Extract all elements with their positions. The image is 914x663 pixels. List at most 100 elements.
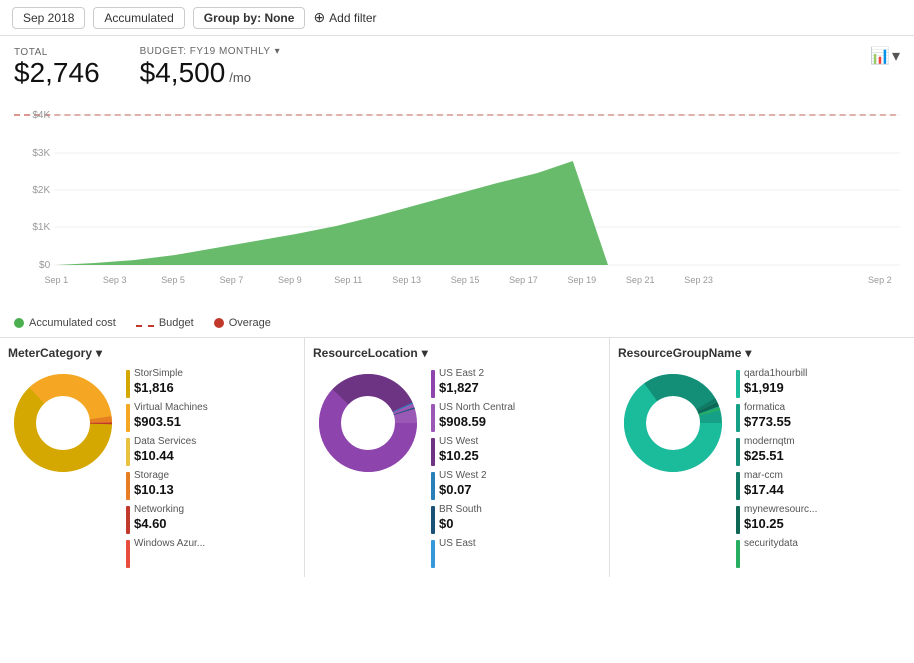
color-bar (736, 472, 740, 500)
legend-text: BR South $0 (439, 504, 482, 532)
list-item: modernqtm $25.51 (736, 436, 906, 466)
color-bar (736, 404, 740, 432)
chart-type-button[interactable]: 📊 ▾ (870, 46, 900, 66)
resource-group-legend: qarda1hourbill $1,919 formatica $773.55 … (736, 368, 906, 572)
list-item: Data Services $10.44 (126, 436, 296, 466)
budget-chevron-icon[interactable]: ▾ (275, 46, 281, 57)
legend-budget: Budget (136, 317, 194, 329)
svg-text:Sep 17: Sep 17 (509, 275, 538, 285)
svg-text:Sep 5: Sep 5 (161, 275, 185, 285)
list-item: US West $10.25 (431, 436, 601, 466)
group-by-label: Group by: (204, 11, 261, 25)
legend-text: US West 2 $0.07 (439, 470, 487, 498)
color-bar (736, 438, 740, 466)
svg-text:$2K: $2K (32, 185, 50, 196)
color-bar (431, 370, 435, 398)
legend-text: mynewresourc... $10.25 (744, 504, 817, 532)
list-item: securitydata (736, 538, 906, 568)
resource-location-title: ResourceLocation (313, 346, 418, 360)
meter-category-content: StorSimple $1,816 Virtual Machines $903.… (8, 368, 296, 572)
resource-location-chevron: ▾ (422, 346, 428, 360)
legend-text: StorSimple $1,816 (134, 368, 183, 396)
chart-icon: 📊 (870, 46, 890, 66)
legend-text: mar-ccm $17.44 (744, 470, 784, 498)
resource-location-header[interactable]: ResourceLocation ▾ (313, 346, 601, 360)
group-by-value: None (264, 11, 294, 25)
add-filter-label: Add filter (329, 11, 376, 25)
meter-category-donut (8, 368, 118, 478)
cost-chart: $4K $3K $2K $1K $0 Sep 1 Sep 3 Sep 5 Sep… (14, 93, 900, 293)
meter-category-header[interactable]: MeterCategory ▾ (8, 346, 296, 360)
svg-text:$4K: $4K (32, 110, 50, 121)
list-item: US East 2 $1,827 (431, 368, 601, 398)
list-item: mynewresourc... $10.25 (736, 504, 906, 534)
color-bar (431, 472, 435, 500)
list-item: US North Central $908.59 (431, 402, 601, 432)
color-bar (126, 370, 130, 398)
resource-location-legend: US East 2 $1,827 US North Central $908.5… (431, 368, 601, 572)
svg-text:$3K: $3K (32, 148, 50, 159)
svg-text:Sep 15: Sep 15 (451, 275, 480, 285)
meter-category-legend: StorSimple $1,816 Virtual Machines $903.… (126, 368, 296, 572)
date-button[interactable]: Sep 2018 (12, 7, 85, 29)
color-bar (126, 506, 130, 534)
resource-group-header[interactable]: ResourceGroupName ▾ (618, 346, 906, 360)
budget-header: BUDGET: FY19 MONTHLY ▾ (140, 46, 280, 57)
budget-section: BUDGET: FY19 MONTHLY ▾ $4,500 /mo (140, 46, 280, 89)
list-item: US East (431, 538, 601, 568)
legend-overage: Overage (214, 317, 271, 329)
legend-text: US West $10.25 (439, 436, 479, 464)
legend-text: Windows Azur... (134, 538, 205, 550)
list-item: Networking $4.60 (126, 504, 296, 534)
svg-text:Sep 7: Sep 7 (220, 275, 244, 285)
color-bar (126, 438, 130, 466)
cost-dot (14, 318, 24, 328)
meter-category-chevron: ▾ (96, 346, 102, 360)
legend-budget-label: Budget (159, 317, 194, 329)
top-bar: Sep 2018 Accumulated Group by: None ⊕ Ad… (0, 0, 914, 36)
legend-text: US North Central $908.59 (439, 402, 515, 430)
color-bar (126, 404, 130, 432)
meter-category-title: MeterCategory (8, 346, 92, 360)
svg-text:Sep 9: Sep 9 (278, 275, 302, 285)
add-filter-button[interactable]: ⊕ Add filter (313, 9, 376, 26)
list-item: Virtual Machines $903.51 (126, 402, 296, 432)
color-bar (126, 472, 130, 500)
list-item: Storage $10.13 (126, 470, 296, 500)
group-by-button[interactable]: Group by: None (193, 7, 306, 29)
list-item: US West 2 $0.07 (431, 470, 601, 500)
resource-group-title: ResourceGroupName (618, 346, 741, 360)
color-bar (431, 438, 435, 466)
legend-cost-label: Accumulated cost (29, 317, 116, 329)
color-bar (431, 506, 435, 534)
total-section: TOTAL $2,746 (14, 47, 100, 89)
meter-category-panel: MeterCategory ▾ StorSimpl (0, 338, 305, 577)
panels-row: MeterCategory ▾ StorSimpl (0, 337, 914, 577)
resource-location-panel: ResourceLocation ▾ US East 2 (305, 338, 610, 577)
legend-text: Storage $10.13 (134, 470, 174, 498)
svg-text:Sep 21: Sep 21 (626, 275, 655, 285)
color-bar (736, 370, 740, 398)
budget-value: $4,500 (140, 57, 226, 89)
chart-container: $4K $3K $2K $1K $0 Sep 1 Sep 3 Sep 5 Sep… (0, 93, 914, 313)
budget-row: $4,500 /mo (140, 57, 280, 89)
color-bar (736, 540, 740, 568)
svg-text:Sep 11: Sep 11 (334, 275, 362, 285)
resource-group-chevron: ▾ (745, 346, 751, 360)
svg-text:$0: $0 (39, 260, 51, 271)
svg-text:Sep 23: Sep 23 (684, 275, 713, 285)
legend-text: Virtual Machines $903.51 (134, 402, 208, 430)
resource-location-donut (313, 368, 423, 478)
svg-text:$1K: $1K (32, 222, 50, 233)
filter-icon: ⊕ (313, 9, 325, 26)
list-item: StorSimple $1,816 (126, 368, 296, 398)
legend-cost: Accumulated cost (14, 317, 116, 329)
list-item: BR South $0 (431, 504, 601, 534)
legend-text: formatica $773.55 (744, 402, 791, 430)
summary-area: TOTAL $2,746 BUDGET: FY19 MONTHLY ▾ $4,5… (0, 36, 914, 93)
overage-dot (214, 318, 224, 328)
legend-text: qarda1hourbill $1,919 (744, 368, 807, 396)
color-bar (736, 506, 740, 534)
accumulated-button[interactable]: Accumulated (93, 7, 184, 29)
resource-group-content: qarda1hourbill $1,919 formatica $773.55 … (618, 368, 906, 572)
